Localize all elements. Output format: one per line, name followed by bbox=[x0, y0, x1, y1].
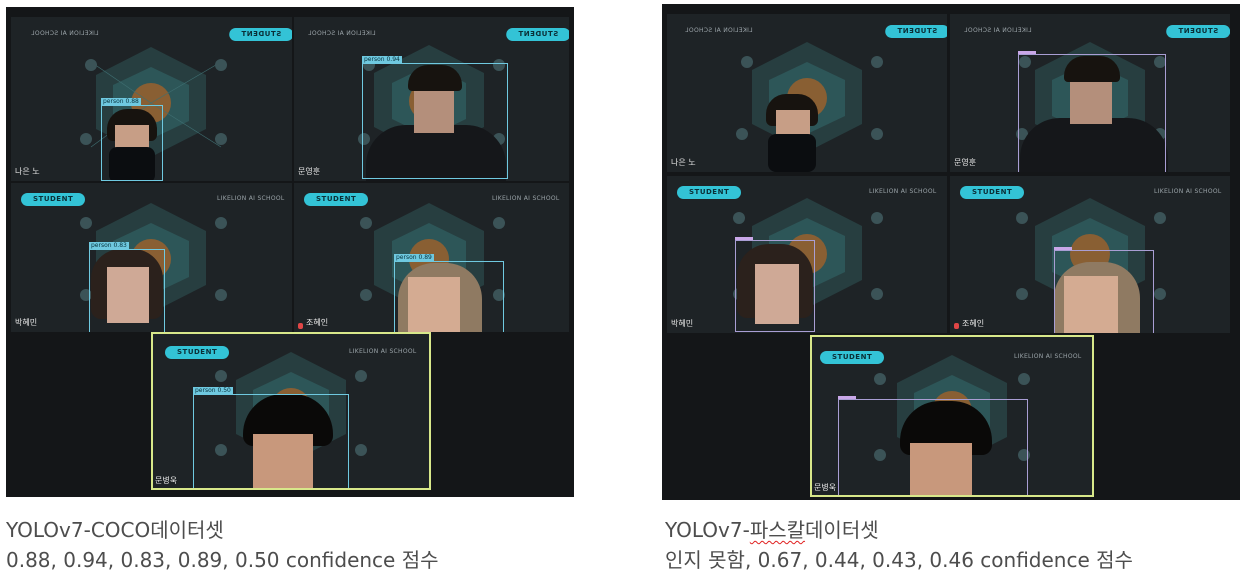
participant-name: 박혜민 bbox=[15, 318, 38, 327]
school-label: LIKELION AI SCHOOL bbox=[308, 30, 376, 37]
video-tile-3: STUDENT LIKELION AI SCHOOL 박혜민 bbox=[667, 176, 947, 333]
participant-name: 나은 노 bbox=[671, 158, 696, 167]
student-badge: STUDENT bbox=[21, 193, 86, 206]
video-tile-1: LIKELION AI SCHOOL STUDENT 나은 노 bbox=[667, 14, 947, 172]
participant-name: 조혜인 bbox=[306, 318, 329, 327]
school-label: LIKELION AI SCHOOL bbox=[31, 30, 99, 37]
participant-name: 문영훈 bbox=[954, 158, 977, 167]
video-tile-2: LIKELION AI SCHOOL STUDENT 문영훈 bbox=[950, 14, 1230, 172]
caption-scores: 인지 못함, 0.67, 0.44, 0.43, 0.46 confidence… bbox=[665, 548, 1133, 572]
video-tile-5: STUDENT LIKELION AI SCHOOL 문병욱 bbox=[810, 335, 1094, 497]
mic-muted-icon bbox=[954, 323, 959, 329]
participant-name: 문영훈 bbox=[298, 167, 321, 176]
student-badge: STUDENT bbox=[677, 186, 742, 199]
video-tile-3: STUDENT LIKELION AI SCHOOL person 0.83 박… bbox=[11, 183, 292, 332]
detection-label-marker bbox=[1018, 51, 1036, 54]
detection-label: person 0.83 bbox=[89, 242, 129, 250]
detection-box: person 0.83 bbox=[89, 242, 165, 332]
active-speaker-border bbox=[151, 332, 431, 490]
pascal-result-panel: LIKELION AI SCHOOL STUDENT 나은 노 LIKELION… bbox=[662, 4, 1240, 500]
school-label: LIKELION AI SCHOOL bbox=[964, 27, 1032, 34]
caption-scores: 0.88, 0.94, 0.83, 0.89, 0.50 confidence … bbox=[6, 548, 439, 572]
participant-name: 조혜인 bbox=[962, 319, 985, 328]
school-label: LIKELION AI SCHOOL bbox=[217, 195, 285, 202]
detection-label-marker bbox=[735, 237, 753, 240]
mic-muted-icon bbox=[298, 323, 303, 329]
detection-box: person 0.94 bbox=[362, 56, 508, 179]
spellcheck-underlined-word: 파스칼 bbox=[749, 518, 806, 542]
detection-box bbox=[1018, 51, 1166, 172]
student-badge: STUDENT bbox=[229, 28, 292, 41]
pascal-caption: YOLOv7-파스칼데이터셋 인지 못함, 0.67, 0.44, 0.43, … bbox=[665, 515, 1133, 575]
student-badge: STUDENT bbox=[885, 25, 947, 38]
detection-box bbox=[735, 237, 815, 332]
person-thumbnail bbox=[762, 94, 822, 172]
caption-suffix: 데이터셋 bbox=[805, 518, 879, 542]
detection-label: person 0.88 bbox=[101, 98, 141, 106]
active-speaker-border bbox=[810, 335, 1094, 497]
detection-box bbox=[1054, 247, 1154, 333]
video-tile-1: LIKELION AI SCHOOL STUDENT person 0.88 나… bbox=[11, 17, 292, 181]
detection-box: person 0.88 bbox=[101, 98, 163, 181]
detection-label: person 0.89 bbox=[394, 254, 434, 262]
participant-name: 박혜민 bbox=[671, 319, 694, 328]
school-label: LIKELION AI SCHOOL bbox=[1154, 188, 1222, 195]
student-badge: STUDENT bbox=[960, 186, 1025, 199]
participant-name: 나은 노 bbox=[15, 167, 40, 176]
video-tile-2: LIKELION AI SCHOOL STUDENT person 0.94 문… bbox=[294, 17, 569, 181]
coco-caption: YOLOv7-COCO데이터셋 0.88, 0.94, 0.83, 0.89, … bbox=[6, 515, 439, 575]
school-label: LIKELION AI SCHOOL bbox=[869, 188, 937, 195]
video-tile-4: STUDENT LIKELION AI SCHOOL 조혜인 bbox=[950, 176, 1230, 333]
school-label: LIKELION AI SCHOOL bbox=[685, 27, 753, 34]
video-tile-4: STUDENT LIKELION AI SCHOOL person 0.89 조… bbox=[294, 183, 569, 332]
caption-title: YOLOv7-COCO데이터셋 bbox=[6, 518, 224, 542]
video-tile-5: STUDENT LIKELION AI SCHOOL person 0.50 문… bbox=[151, 332, 431, 490]
detection-box: person 0.89 bbox=[394, 254, 504, 332]
student-badge: STUDENT bbox=[304, 193, 369, 206]
detection-label: person 0.94 bbox=[362, 56, 402, 64]
caption-prefix: YOLOv7- bbox=[665, 518, 750, 542]
coco-result-panel: LIKELION AI SCHOOL STUDENT person 0.88 나… bbox=[6, 7, 574, 497]
school-label: LIKELION AI SCHOOL bbox=[492, 195, 560, 202]
caption-title: YOLOv7-파스칼데이터셋 bbox=[665, 515, 1133, 545]
detection-label-marker bbox=[1054, 247, 1072, 250]
student-badge: STUDENT bbox=[506, 28, 569, 41]
student-badge: STUDENT bbox=[1166, 25, 1230, 38]
